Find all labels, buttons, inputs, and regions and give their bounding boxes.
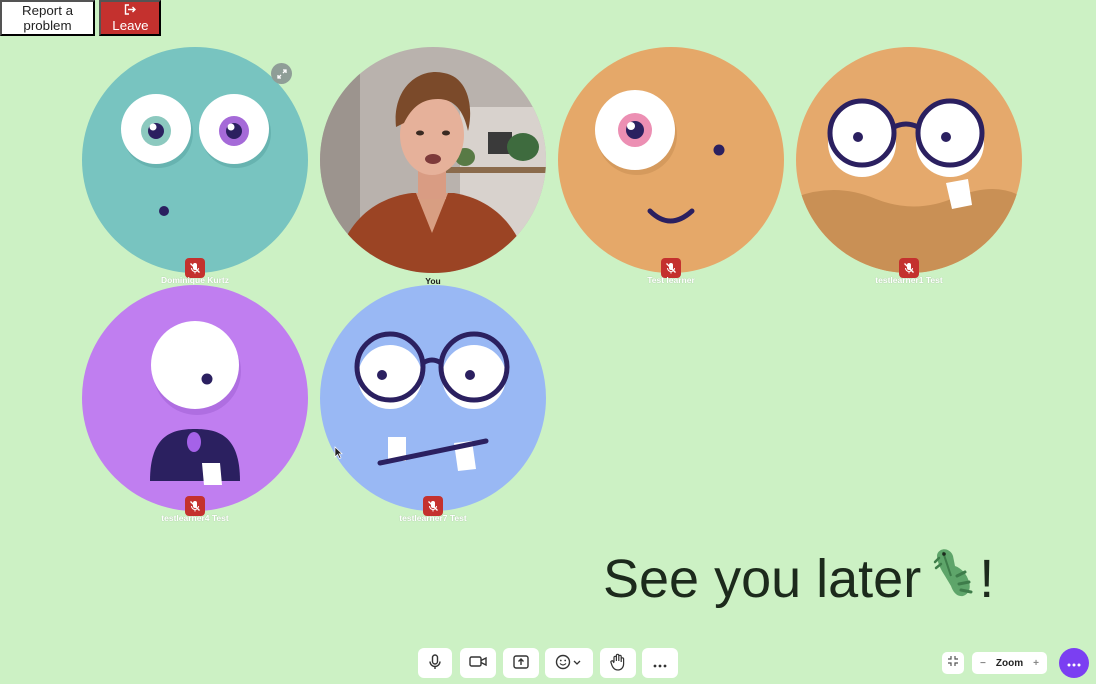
zoom-out-button[interactable]: − xyxy=(980,658,986,669)
collapse-icon xyxy=(947,654,959,672)
participant-tile[interactable]: testlearner7 Test xyxy=(320,285,546,525)
crocodile-icon xyxy=(931,546,977,611)
microphone-button[interactable] xyxy=(418,648,452,678)
leave-button[interactable]: Leave xyxy=(99,0,162,36)
share-screen-button[interactable] xyxy=(503,648,539,678)
zoom-label: Zoom xyxy=(995,657,1024,669)
camera-video xyxy=(320,47,546,273)
participant-name: Test learner xyxy=(647,275,695,285)
share-screen-icon xyxy=(513,654,529,672)
leave-label: Leave xyxy=(112,18,149,33)
participant-name: testlearner4 Test xyxy=(161,513,229,523)
participant-tile[interactable]: testlearner1 Test xyxy=(796,47,1022,287)
report-problem-button[interactable]: Report a problem xyxy=(0,0,95,36)
more-icon xyxy=(653,656,667,671)
participant-tile[interactable]: Dominique Kurtz xyxy=(82,47,308,287)
camera-button[interactable] xyxy=(460,648,496,678)
farewell-message: See you later ! xyxy=(603,546,994,611)
reactions-button[interactable] xyxy=(545,648,593,678)
expand-icon[interactable] xyxy=(271,63,292,84)
participant-name: Dominique Kurtz xyxy=(161,275,229,285)
avatar xyxy=(82,285,308,511)
farewell-text: See you later xyxy=(603,548,922,609)
participant-tile[interactable]: testlearner4 Test xyxy=(82,285,308,525)
participant-tile-self[interactable]: You xyxy=(320,47,546,287)
mouse-cursor-icon xyxy=(334,446,343,464)
avatar xyxy=(320,285,546,511)
farewell-exclamation: ! xyxy=(979,548,995,609)
participant-name: testlearner7 Test xyxy=(399,513,467,523)
zoom-control: − Zoom + xyxy=(972,652,1047,674)
more-options-button[interactable] xyxy=(642,648,678,678)
fit-screen-button[interactable] xyxy=(942,652,964,674)
zoom-in-button[interactable]: + xyxy=(1033,658,1039,669)
reactions-icon xyxy=(555,654,583,673)
raise-hand-icon xyxy=(610,653,626,674)
avatar xyxy=(558,47,784,273)
leave-icon xyxy=(124,3,137,18)
microphone-icon xyxy=(428,653,442,673)
menu-button[interactable] xyxy=(1059,648,1089,678)
participant-tile[interactable]: Test learner xyxy=(558,47,784,287)
raise-hand-button[interactable] xyxy=(600,648,636,678)
avatar xyxy=(796,47,1022,273)
participant-name: testlearner1 Test xyxy=(875,275,943,285)
more-icon xyxy=(1067,654,1081,672)
camera-icon xyxy=(469,655,487,671)
